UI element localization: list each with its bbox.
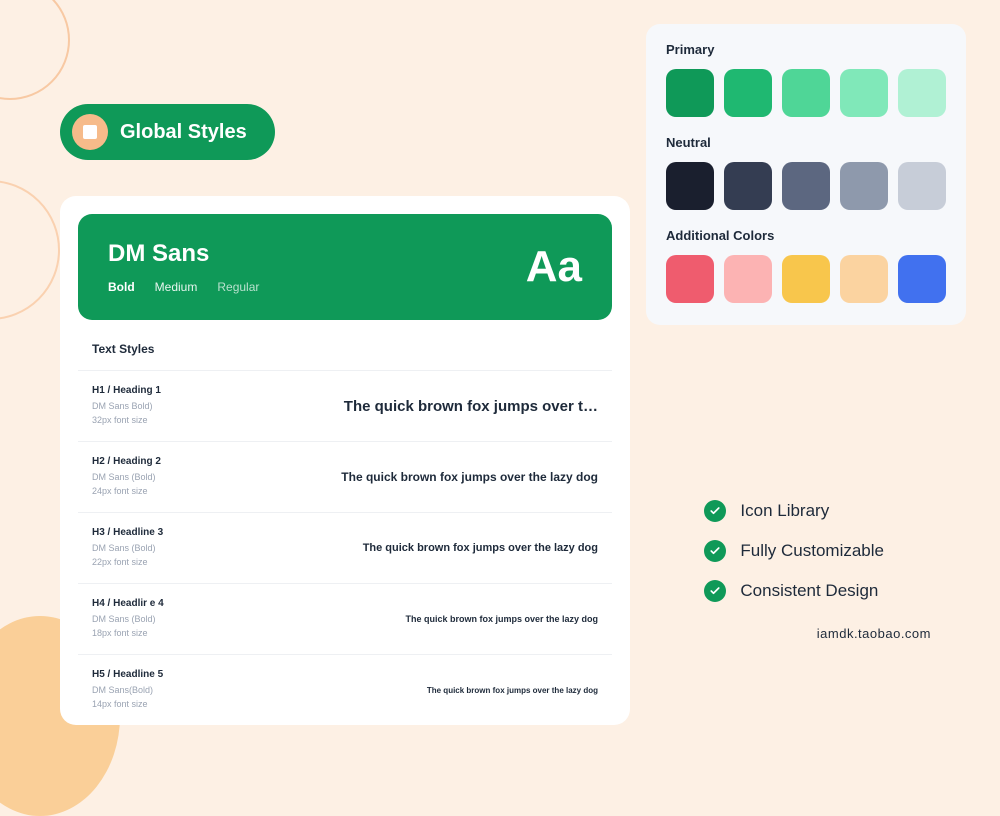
badge-icon-wrap — [72, 114, 108, 150]
palette-title: Additional Colors — [666, 228, 946, 243]
badge-label: Global Styles — [120, 121, 247, 144]
features-list: Icon Library Fully Customizable Consiste… — [704, 500, 884, 602]
palette-neutral: Neutral — [666, 135, 946, 210]
style-meta: 22px font size — [92, 556, 163, 570]
global-styles-badge: Global Styles — [60, 104, 275, 160]
font-header: DM Sans Bold Medium Regular Aa — [78, 214, 612, 320]
decorative-curve — [0, 0, 70, 100]
style-sample: The quick brown fox jumps over the lazy … — [405, 614, 598, 624]
feature-label: Icon Library — [740, 501, 829, 521]
styles-icon — [83, 125, 97, 139]
style-sample: The quick brown fox jumps over t… — [344, 398, 598, 415]
check-icon — [704, 580, 726, 602]
color-swatch — [898, 255, 946, 303]
style-sample: The quick brown fox jumps over the lazy … — [341, 470, 598, 484]
color-swatch — [724, 162, 772, 210]
style-meta: DM Sans Bold) — [92, 400, 161, 414]
color-swatch — [666, 69, 714, 117]
palette-primary: Primary — [666, 42, 946, 117]
style-row: H2 / Heading 2 DM Sans (Bold) 24px font … — [78, 441, 612, 512]
swatch-row — [666, 69, 946, 117]
color-swatch — [840, 162, 888, 210]
color-swatch — [840, 69, 888, 117]
font-name: DM Sans — [108, 240, 259, 268]
style-row: H3 / Headline 3 DM Sans (Bold) 22px font… — [78, 512, 612, 583]
decorative-curve — [0, 180, 60, 320]
font-specimen: Aa — [526, 242, 582, 292]
check-icon — [704, 500, 726, 522]
style-label: H1 / Heading 1 — [92, 385, 161, 396]
style-label: H5 / Headline 5 — [92, 669, 163, 680]
swatch-row — [666, 162, 946, 210]
style-meta: DM Sans (Bold) — [92, 542, 163, 556]
palette-title: Primary — [666, 42, 946, 57]
feature-item: Consistent Design — [704, 580, 884, 602]
color-swatch — [782, 69, 830, 117]
color-swatch — [782, 255, 830, 303]
style-meta: 14px font size — [92, 698, 163, 712]
style-meta: DM Sans (Bold) — [92, 613, 164, 627]
style-label: H4 / Headlir e 4 — [92, 598, 164, 609]
palette-title: Neutral — [666, 135, 946, 150]
style-row: H4 / Headlir e 4 DM Sans (Bold) 18px fon… — [78, 583, 612, 654]
color-swatch — [724, 255, 772, 303]
feature-item: Icon Library — [704, 500, 884, 522]
swatch-row — [666, 255, 946, 303]
watermark: iamdk.taobao.com — [817, 626, 931, 641]
style-sample: The quick brown fox jumps over the lazy … — [363, 542, 598, 554]
color-swatch — [724, 69, 772, 117]
style-meta: 32px font size — [92, 414, 161, 428]
style-meta: DM Sans(Bold) — [92, 684, 163, 698]
palette-card: Primary Neutral Additional Colors — [646, 24, 966, 325]
style-label: H2 / Heading 2 — [92, 456, 161, 467]
feature-item: Fully Customizable — [704, 540, 884, 562]
color-swatch — [898, 69, 946, 117]
palette-additional: Additional Colors — [666, 228, 946, 303]
color-swatch — [666, 255, 714, 303]
font-weights: Bold Medium Regular — [108, 280, 259, 294]
style-row: H5 / Headline 5 DM Sans(Bold) 14px font … — [78, 654, 612, 725]
style-sample: The quick brown fox jumps over the lazy … — [427, 686, 598, 695]
text-styles-title: Text Styles — [78, 320, 612, 370]
style-meta: 24px font size — [92, 485, 161, 499]
feature-label: Consistent Design — [740, 581, 878, 601]
color-swatch — [782, 162, 830, 210]
color-swatch — [898, 162, 946, 210]
weight-bold: Bold — [108, 280, 135, 294]
color-swatch — [840, 255, 888, 303]
weight-regular: Regular — [217, 280, 259, 294]
style-row: H1 / Heading 1 DM Sans Bold) 32px font s… — [78, 370, 612, 441]
check-icon — [704, 540, 726, 562]
style-label: H3 / Headline 3 — [92, 527, 163, 538]
weight-medium: Medium — [155, 280, 198, 294]
color-swatch — [666, 162, 714, 210]
style-meta: DM Sans (Bold) — [92, 471, 161, 485]
style-meta: 18px font size — [92, 627, 164, 641]
feature-label: Fully Customizable — [740, 541, 884, 561]
styles-card: DM Sans Bold Medium Regular Aa Text Styl… — [60, 196, 630, 725]
